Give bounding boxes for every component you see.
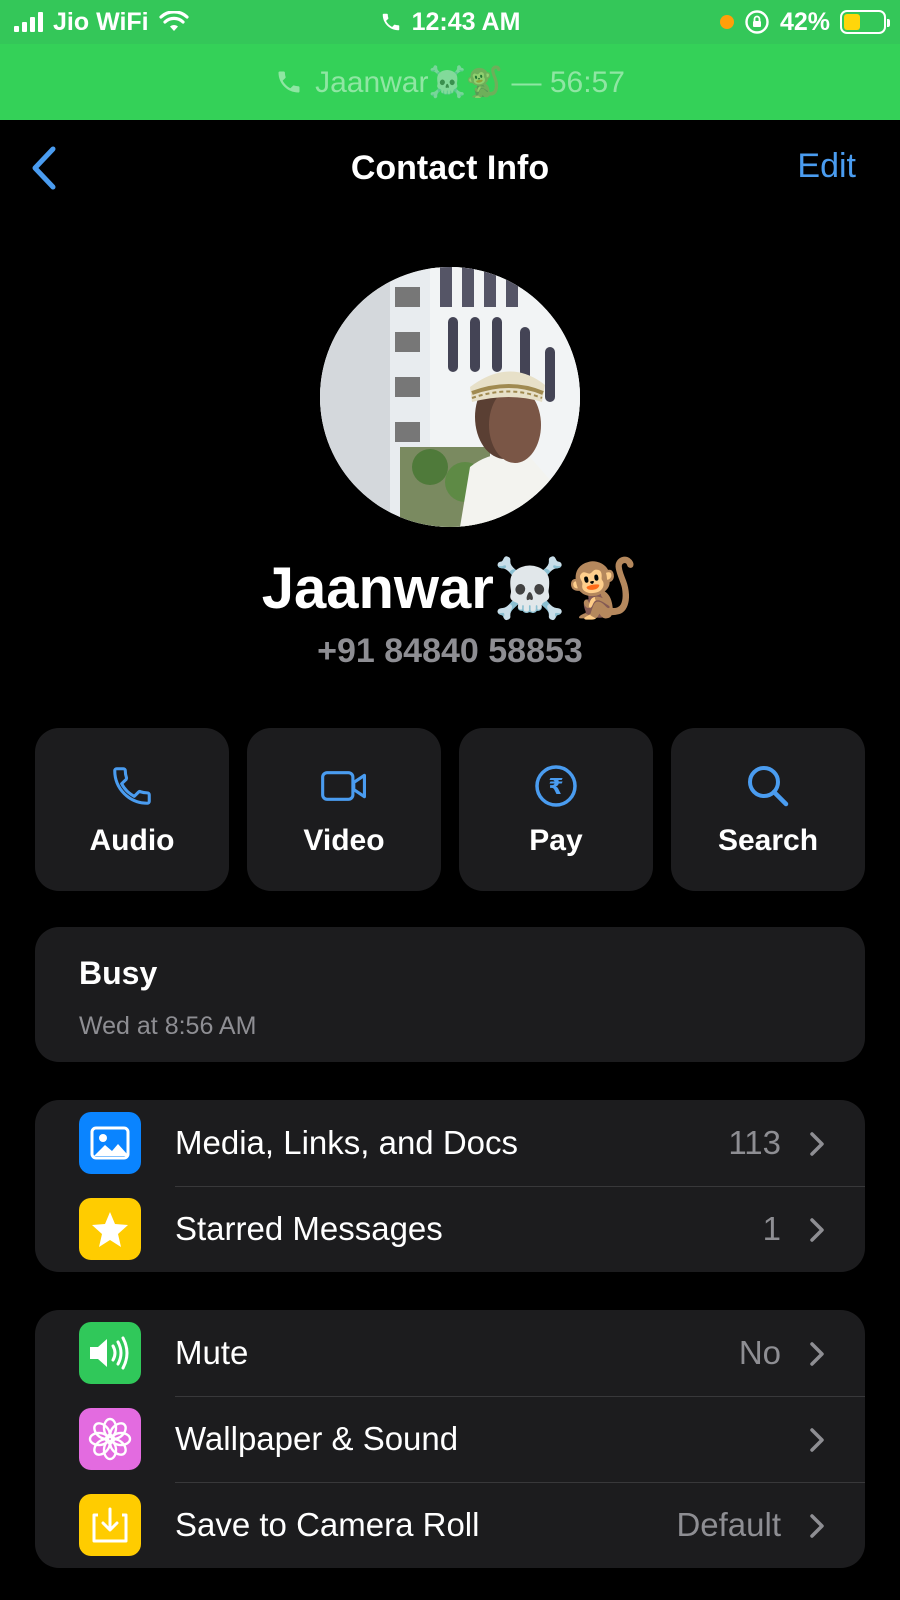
battery-icon bbox=[840, 10, 890, 34]
phone-icon bbox=[108, 762, 156, 810]
media-links-docs-row[interactable]: Media, Links, and Docs 113 bbox=[35, 1100, 865, 1186]
navigation-bar: Contact Info Edit bbox=[0, 120, 900, 216]
search-button[interactable]: Search bbox=[671, 728, 865, 891]
contact-info-screen: Jio WiFi 12:43 AM 42% Jaanwar☠️🐒 — 56:57… bbox=[0, 0, 900, 1600]
phone-call-icon bbox=[382, 13, 399, 31]
mute-label: Mute bbox=[175, 1334, 249, 1371]
save-to-camera-roll-value: Default bbox=[676, 1506, 781, 1543]
contact-name: Jaanwar☠️🐒 bbox=[261, 556, 639, 621]
back-button[interactable] bbox=[24, 142, 64, 194]
call-banner-text: Jaanwar☠️🐒 — 56:57 bbox=[315, 65, 625, 99]
starred-messages-row[interactable]: Starred Messages 1 bbox=[35, 1186, 865, 1272]
ongoing-call-banner[interactable]: Jaanwar☠️🐒 — 56:57 bbox=[0, 44, 900, 120]
pay-button[interactable]: ₹ Pay bbox=[459, 728, 653, 891]
starred-messages-label: Starred Messages bbox=[175, 1210, 443, 1247]
battery-percent: 42% bbox=[779, 7, 830, 36]
chevron-right-icon bbox=[810, 1342, 824, 1366]
carrier-label: Jio WiFi bbox=[53, 7, 149, 36]
photo-icon bbox=[79, 1112, 141, 1174]
search-icon bbox=[744, 762, 792, 810]
mute-value: No bbox=[738, 1334, 781, 1371]
wifi-icon bbox=[159, 11, 189, 31]
phone-icon bbox=[278, 71, 300, 93]
page-title: Contact Info bbox=[350, 148, 550, 187]
media-group: Media, Links, and Docs 113 Starred Messa… bbox=[35, 1100, 865, 1272]
about-status-card[interactable]: Busy Wed at 8:56 AM bbox=[35, 927, 865, 1062]
star-icon bbox=[79, 1198, 141, 1260]
chevron-left-icon bbox=[32, 146, 56, 190]
rupee-icon: ₹ bbox=[532, 762, 580, 810]
settings-group: Mute No Wallpaper & Sound Save to Camera… bbox=[35, 1310, 865, 1568]
mic-indicator-dot bbox=[719, 15, 734, 29]
wallpaper-sound-label: Wallpaper & Sound bbox=[175, 1420, 459, 1457]
starred-count: 1 bbox=[762, 1210, 781, 1247]
signal-icon bbox=[14, 12, 43, 32]
audio-label: Audio bbox=[89, 823, 175, 857]
video-camera-icon bbox=[320, 762, 368, 810]
status-bar: Jio WiFi 12:43 AM 42% bbox=[0, 0, 900, 44]
svg-text:₹: ₹ bbox=[548, 775, 563, 800]
pay-label: Pay bbox=[529, 823, 583, 857]
chevron-right-icon bbox=[810, 1218, 824, 1242]
save-to-camera-roll-row[interactable]: Save to Camera Roll Default bbox=[35, 1482, 865, 1568]
contact-phone[interactable]: +91 84840 58853 bbox=[0, 632, 900, 671]
contact-avatar[interactable] bbox=[320, 267, 580, 527]
avatar-photo bbox=[320, 267, 580, 527]
chevron-right-icon bbox=[810, 1514, 824, 1538]
clock-label: 12:43 AM bbox=[411, 7, 521, 36]
rotation-lock-icon bbox=[745, 10, 769, 34]
download-icon bbox=[79, 1494, 141, 1556]
edit-button[interactable]: Edit bbox=[797, 147, 856, 186]
speaker-icon bbox=[79, 1322, 141, 1384]
media-count: 113 bbox=[728, 1124, 781, 1161]
save-to-camera-roll-label: Save to Camera Roll bbox=[175, 1506, 480, 1543]
mute-row[interactable]: Mute No bbox=[35, 1310, 865, 1396]
search-label: Search bbox=[717, 823, 819, 857]
audio-call-button[interactable]: Audio bbox=[35, 728, 229, 891]
video-label: Video bbox=[303, 823, 385, 857]
about-status-text: Busy bbox=[79, 955, 158, 991]
about-status-time: Wed at 8:56 AM bbox=[79, 1012, 257, 1040]
video-call-button[interactable]: Video bbox=[247, 728, 441, 891]
media-links-docs-label: Media, Links, and Docs bbox=[175, 1124, 519, 1161]
action-buttons: Audio Video ₹ Pay Search bbox=[35, 728, 865, 891]
chevron-right-icon bbox=[810, 1132, 824, 1156]
flower-icon bbox=[79, 1408, 141, 1470]
chevron-right-icon bbox=[810, 1428, 824, 1452]
wallpaper-sound-row[interactable]: Wallpaper & Sound bbox=[35, 1396, 865, 1482]
